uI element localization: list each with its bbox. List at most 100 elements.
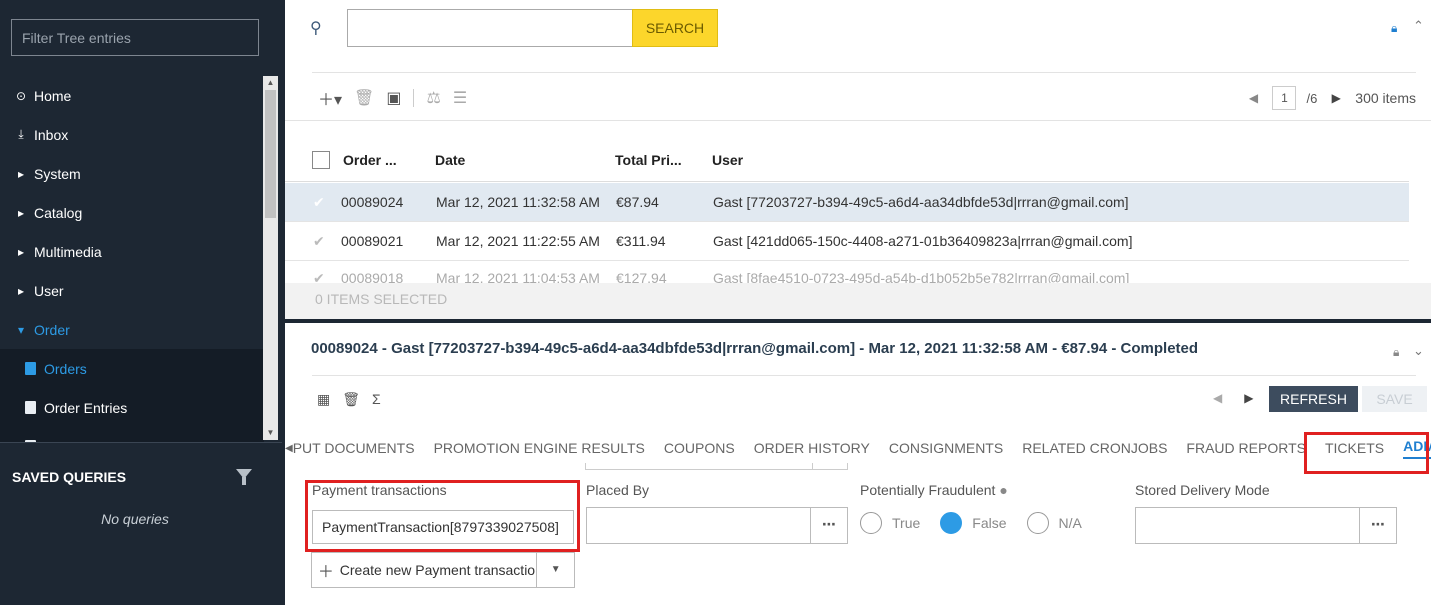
no-queries-text: No queries bbox=[101, 511, 169, 527]
search-button[interactable]: SEARCH bbox=[632, 9, 718, 47]
placed-by-field[interactable] bbox=[586, 507, 812, 544]
stored-delivery-mode-field[interactable] bbox=[1135, 507, 1361, 544]
detail-toolbar: ▦ 🗑︎ Σ bbox=[317, 391, 381, 408]
chevron-down-icon[interactable]: ▼ bbox=[536, 553, 574, 587]
tree-item-order-entries[interactable]: Order Entries bbox=[0, 388, 264, 427]
cell-total: €87.94 bbox=[616, 194, 659, 210]
tree-item-label: Home bbox=[34, 87, 72, 104]
next-page-icon[interactable]: ▶ bbox=[1327, 91, 1345, 105]
tree-item-home[interactable]: ⊙ Home bbox=[0, 76, 264, 115]
tree-item-label: Multimedia bbox=[34, 243, 102, 260]
divider bbox=[285, 120, 1431, 121]
list-toolbar: ＋▾ 🗑︎ ▣ ⚖︎ ☰ bbox=[318, 86, 467, 110]
item-count: 300 items bbox=[1355, 90, 1416, 106]
table-row[interactable]: ✔ 00089021 Mar 12, 2021 11:22:55 AM €311… bbox=[285, 222, 1409, 261]
navigation-tree: ⊙ Home ⤓ Inbox ▸ System ▸ Catalog ▸ Mult… bbox=[0, 76, 264, 442]
radio-false[interactable] bbox=[940, 512, 963, 534]
tree-item-catalog[interactable]: ▸ Catalog bbox=[0, 193, 264, 232]
export-icon[interactable]: ▣ bbox=[386, 88, 401, 108]
tree-item-label: System bbox=[34, 165, 81, 182]
column-header-user[interactable]: User bbox=[712, 152, 743, 168]
tree-item-system[interactable]: ▸ System bbox=[0, 154, 264, 193]
scroll-down-icon[interactable]: ▼ bbox=[263, 426, 278, 440]
tab-promotion-engine-results[interactable]: PROMOTION ENGINE RESULTS bbox=[434, 440, 645, 456]
lock-icon[interactable]: 🔒︎ bbox=[1393, 345, 1399, 360]
saved-queries-title: SAVED QUERIES bbox=[12, 469, 127, 485]
radio-true-label: True bbox=[892, 515, 921, 531]
tab-output-documents[interactable]: PUT DOCUMENTS bbox=[293, 440, 415, 456]
previous-item-icon[interactable]: ◀ bbox=[1213, 391, 1222, 405]
highlight-box bbox=[305, 480, 580, 552]
collapse-down-icon[interactable]: ⌄ bbox=[1413, 343, 1424, 359]
pagination: ◀ 1 /6 ▶ 300 items bbox=[1244, 86, 1416, 110]
column-header-order[interactable]: Order ... bbox=[343, 152, 435, 168]
tree-item-user[interactable]: ▸ User bbox=[0, 271, 264, 310]
save-button[interactable]: SAVE bbox=[1362, 386, 1427, 412]
create-payment-transaction-button[interactable]: ＋ Create new Payment transaction ▼ bbox=[311, 552, 575, 588]
search-input[interactable] bbox=[347, 9, 634, 47]
scroll-up-icon[interactable]: ▲ bbox=[263, 76, 278, 90]
radio-false-label: False bbox=[972, 515, 1007, 531]
saved-queries-header: SAVED QUERIES bbox=[0, 442, 282, 506]
select-all-checkbox[interactable] bbox=[312, 150, 330, 169]
column-header-date[interactable]: Date bbox=[435, 152, 615, 168]
tab-fraud-reports[interactable]: FRAUD REPORTS bbox=[1186, 440, 1306, 456]
panel-splitter[interactable] bbox=[285, 319, 1431, 323]
placed-by-label: Placed By bbox=[586, 482, 650, 498]
grid-header: Order ... Date Total Pri... User bbox=[285, 138, 1409, 182]
tree-item-partial[interactable] bbox=[0, 427, 264, 442]
tree-item-order[interactable]: ▾ Order bbox=[0, 310, 264, 349]
tree-item-orders[interactable]: Orders bbox=[0, 349, 264, 388]
cell-order: 00089024 bbox=[341, 194, 404, 210]
collapse-up-icon[interactable]: ⌃ bbox=[1413, 18, 1424, 34]
tree-item-label: Order Entries bbox=[44, 399, 128, 416]
check-icon[interactable]: ✔ bbox=[313, 233, 329, 250]
help-icon[interactable]: ● bbox=[999, 482, 1007, 498]
create-payment-label: Create new Payment transaction bbox=[339, 562, 537, 578]
add-icon[interactable]: ＋▾ bbox=[318, 86, 342, 110]
sidebar: Filter Tree entries ⊙ Home ⤓ Inbox ▸ Sys… bbox=[0, 0, 282, 605]
tree-item-inbox[interactable]: ⤓ Inbox bbox=[0, 115, 264, 154]
lock-icon[interactable]: 🔒︎ bbox=[1391, 21, 1397, 36]
highlight-box bbox=[1304, 432, 1429, 474]
advanced-search-icon[interactable]: ⚲ bbox=[310, 18, 322, 38]
scroll-thumb[interactable] bbox=[265, 90, 276, 218]
sidebar-scrollbar[interactable]: ▲ ▼ bbox=[263, 76, 278, 440]
cell-order: 00089021 bbox=[341, 233, 404, 249]
tab-coupons[interactable]: COUPONS bbox=[664, 440, 735, 456]
next-item-icon[interactable]: ▶ bbox=[1244, 391, 1253, 405]
column-header-total[interactable]: Total Pri... bbox=[615, 152, 712, 168]
delivery-mode-browse-button[interactable]: ⋯ bbox=[1359, 507, 1397, 544]
tree-item-label: Order bbox=[34, 321, 70, 338]
tree-item-multimedia[interactable]: ▸ Multimedia bbox=[0, 232, 264, 271]
radio-na-label: N/A bbox=[1058, 515, 1082, 531]
page-input[interactable]: 1 bbox=[1272, 86, 1297, 110]
tree-item-label: Catalog bbox=[34, 204, 83, 221]
calculator-icon[interactable]: ▦ bbox=[317, 391, 330, 408]
total-pages: /6 bbox=[1306, 90, 1318, 106]
toolbar-separator bbox=[413, 89, 415, 107]
partial-field-divider bbox=[812, 463, 813, 470]
refresh-button[interactable]: REFRESH bbox=[1269, 386, 1358, 412]
compare-icon[interactable]: ⚖︎ bbox=[426, 88, 440, 108]
tab-consignments[interactable]: CONSIGNMENTS bbox=[889, 440, 1003, 456]
previous-page-icon[interactable]: ◀ bbox=[1244, 91, 1262, 105]
main-panel: ⚲ SEARCH 🔒︎ ⌃ ＋▾ 🗑︎ ▣ ⚖︎ ☰ ◀ 1 /6 ▶ 300 … bbox=[285, 0, 1431, 605]
filter-tree-input[interactable]: Filter Tree entries bbox=[11, 19, 259, 56]
check-icon[interactable]: ✔ bbox=[313, 194, 329, 211]
delete-icon[interactable]: 🗑︎ bbox=[342, 391, 360, 408]
radio-na[interactable] bbox=[1026, 512, 1049, 534]
sum-icon[interactable]: Σ bbox=[372, 391, 381, 408]
checklist-icon[interactable]: ☰ bbox=[453, 88, 467, 108]
tree-item-label: Inbox bbox=[34, 126, 69, 143]
tab-related-cronjobs[interactable]: RELATED CRONJOBS bbox=[1022, 440, 1167, 456]
tree-item-label: User bbox=[34, 282, 64, 299]
document-icon bbox=[25, 401, 36, 414]
tabs-scroll-left-icon[interactable]: ◀ bbox=[285, 443, 293, 454]
tab-order-history[interactable]: ORDER HISTORY bbox=[754, 440, 870, 456]
radio-true[interactable] bbox=[860, 512, 882, 534]
placed-by-browse-button[interactable]: ⋯ bbox=[810, 507, 848, 544]
divider bbox=[312, 375, 1416, 376]
table-row[interactable]: ✔ 00089024 Mar 12, 2021 11:32:58 AM €87.… bbox=[285, 183, 1409, 222]
delete-icon[interactable]: 🗑︎ bbox=[354, 88, 374, 108]
